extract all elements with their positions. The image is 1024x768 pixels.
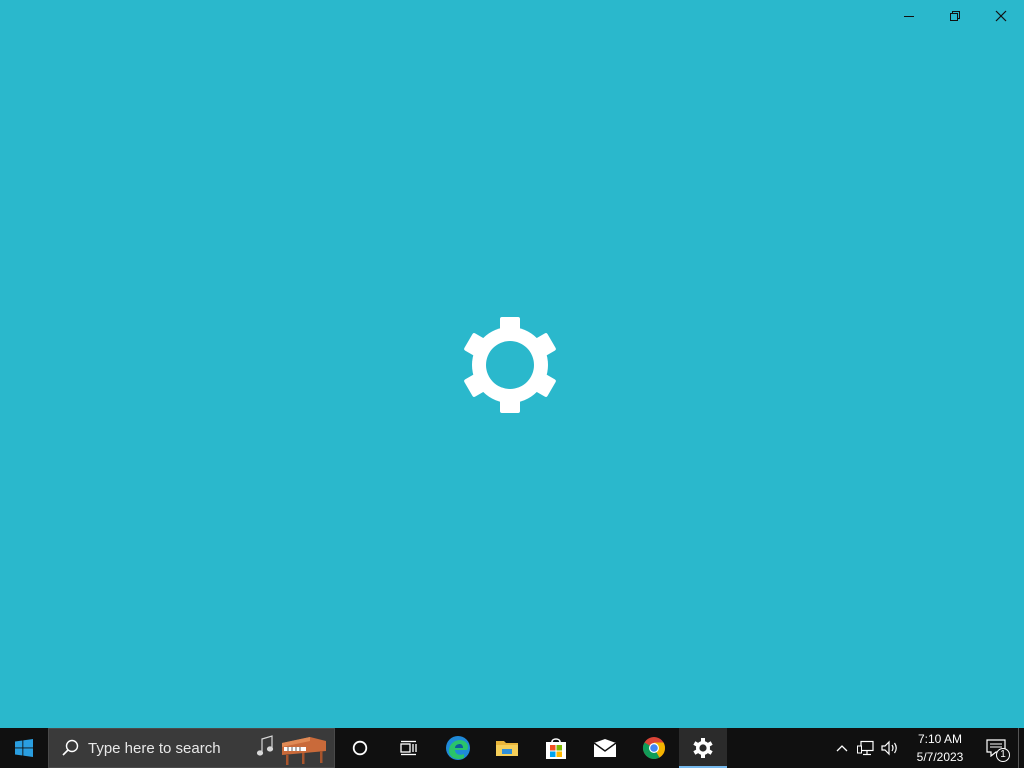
task-view-icon — [399, 740, 417, 756]
folder-icon — [495, 741, 518, 756]
system-tray: 7:10 AM 5/7/2023 1 — [830, 728, 1024, 768]
volume-icon — [881, 740, 897, 756]
chrome-button[interactable] — [629, 728, 678, 768]
close-button[interactable] — [978, 0, 1024, 32]
settings-taskbar-button[interactable] — [679, 728, 727, 768]
microsoft-store-button[interactable] — [531, 728, 580, 768]
search-box[interactable]: Type here to search — [48, 728, 335, 768]
minimize-button[interactable] — [886, 0, 932, 32]
network-button[interactable] — [854, 728, 878, 768]
task-view-button[interactable] — [384, 728, 433, 768]
minimize-icon — [904, 16, 914, 17]
cortana-button[interactable] — [335, 728, 384, 768]
restore-icon — [950, 11, 960, 21]
mail-icon — [593, 739, 616, 757]
music-piano-highlight-icon[interactable] — [256, 731, 328, 767]
clock-time: 7:10 AM — [917, 732, 963, 746]
mail-button[interactable] — [580, 728, 629, 768]
show-desktop-button[interactable] — [1018, 728, 1024, 768]
taskbar: Type here to search 7:10 AM 5/7/2023 1 — [0, 728, 1024, 768]
search-placeholder: Type here to search — [88, 739, 221, 757]
search-icon — [62, 739, 79, 756]
show-hidden-icons-button[interactable] — [830, 728, 854, 768]
file-explorer-button[interactable] — [482, 728, 531, 768]
windows-logo-icon — [15, 739, 33, 757]
close-icon — [995, 10, 1007, 22]
window-controls — [886, 0, 1024, 32]
chrome-icon — [642, 737, 665, 759]
edge-button[interactable] — [433, 728, 482, 768]
restore-button[interactable] — [932, 0, 978, 32]
network-icon — [857, 740, 874, 756]
settings-gear-icon — [464, 317, 556, 413]
settings-splash-window — [0, 0, 1024, 728]
volume-button[interactable] — [878, 728, 902, 768]
store-icon — [545, 738, 566, 759]
edge-icon — [445, 736, 470, 760]
notification-count-badge: 1 — [996, 748, 1010, 762]
gear-icon — [693, 738, 713, 758]
clock-date: 5/7/2023 — [916, 750, 964, 764]
clock[interactable]: 7:10 AM 5/7/2023 — [906, 728, 974, 768]
chevron-up-icon — [836, 745, 848, 752]
action-center-button[interactable]: 1 — [974, 728, 1018, 768]
start-button[interactable] — [0, 728, 48, 768]
cortana-circle-icon — [352, 740, 367, 756]
